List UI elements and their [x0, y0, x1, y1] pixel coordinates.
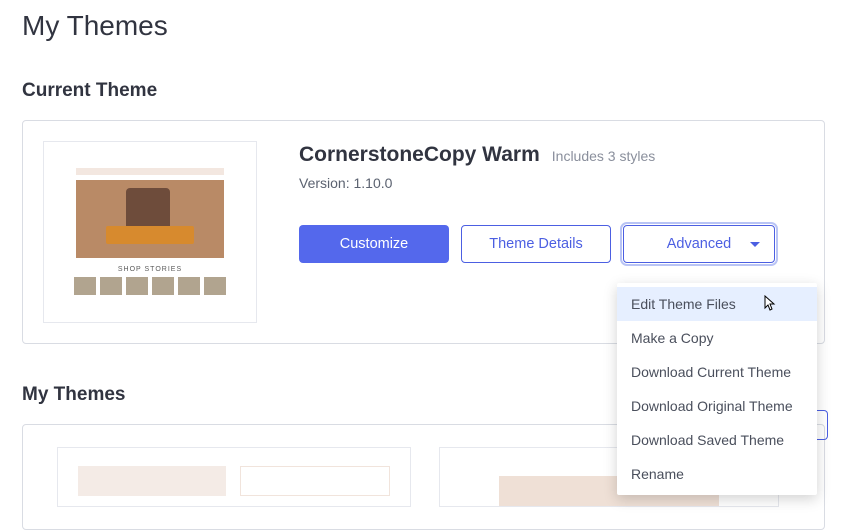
- thumb-panel: [78, 466, 226, 496]
- thumb-product-row: [74, 277, 226, 295]
- thumb-panel: [240, 466, 390, 496]
- thumb-hero-image: [76, 180, 224, 258]
- cursor-pointer-icon: [761, 295, 777, 317]
- menu-download-original-theme[interactable]: Download Original Theme: [617, 389, 817, 423]
- theme-styles-count: Includes 3 styles: [552, 148, 656, 164]
- theme-actions: Customize Theme Details Advanced: [299, 225, 804, 263]
- menu-download-current-theme[interactable]: Download Current Theme: [617, 355, 817, 389]
- menu-edit-theme-files[interactable]: Edit Theme Files: [617, 287, 817, 321]
- current-theme-heading: Current Theme: [22, 80, 825, 102]
- thumb-label: SHOP STORIES: [118, 266, 182, 273]
- menu-rename[interactable]: Rename: [617, 457, 817, 491]
- chevron-down-icon: [750, 242, 760, 247]
- page-title: My Themes: [22, 10, 825, 42]
- menu-item-label: Edit Theme Files: [631, 296, 736, 312]
- advanced-button-label: Advanced: [667, 236, 732, 252]
- advanced-button[interactable]: Advanced: [623, 225, 775, 263]
- theme-thumbnail[interactable]: [57, 447, 411, 507]
- theme-thumbnail[interactable]: SHOP STORIES: [43, 141, 257, 323]
- menu-make-a-copy[interactable]: Make a Copy: [617, 321, 817, 355]
- menu-download-saved-theme[interactable]: Download Saved Theme: [617, 423, 817, 457]
- theme-name: CornerstoneCopy Warm: [299, 143, 540, 167]
- theme-details-button[interactable]: Theme Details: [461, 225, 611, 263]
- thumb-header-bar: [76, 168, 224, 175]
- advanced-dropdown: Edit Theme Files Make a Copy Download Cu…: [617, 283, 817, 495]
- customize-button[interactable]: Customize: [299, 225, 449, 263]
- theme-version: Version: 1.10.0: [299, 175, 804, 191]
